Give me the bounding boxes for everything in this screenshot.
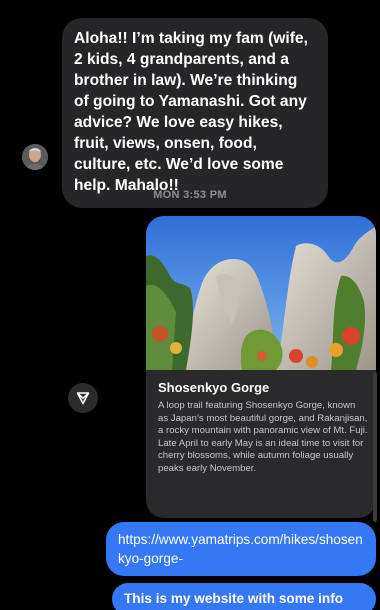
scroll-indicator[interactable] [373, 372, 377, 522]
link-preview-image [146, 216, 376, 370]
incoming-message-text: Aloha!! I’m taking my fam (wife, 2 kids,… [74, 30, 308, 194]
link-preview-description: A loop trail featuring Shosenkyo Gorge, … [158, 400, 368, 474]
avatar-icon [22, 144, 48, 170]
outgoing-message-bubble[interactable]: This is my website with some info [112, 583, 376, 610]
link-preview-title: Shosenkyo Gorge [158, 380, 270, 395]
share-button[interactable] [68, 383, 98, 413]
outgoing-message-text: This is my website with some info [124, 591, 344, 606]
sender-avatar[interactable] [22, 144, 48, 170]
outgoing-link-bubble[interactable]: https://www.yamatrips.com/hikes/shosenky… [106, 522, 376, 576]
link-preview-card[interactable]: Shosenkyo Gorge A loop trail featuring S… [146, 216, 376, 518]
share-send-icon [76, 392, 90, 405]
outgoing-link-text[interactable]: https://www.yamatrips.com/hikes/shosenky… [118, 532, 363, 566]
incoming-message-bubble[interactable]: Aloha!! I’m taking my fam (wife, 2 kids,… [62, 18, 328, 208]
message-timestamp: MON 3:53 PM [153, 189, 227, 201]
chat-screen: Aloha!! I’m taking my fam (wife, 2 kids,… [0, 0, 380, 610]
